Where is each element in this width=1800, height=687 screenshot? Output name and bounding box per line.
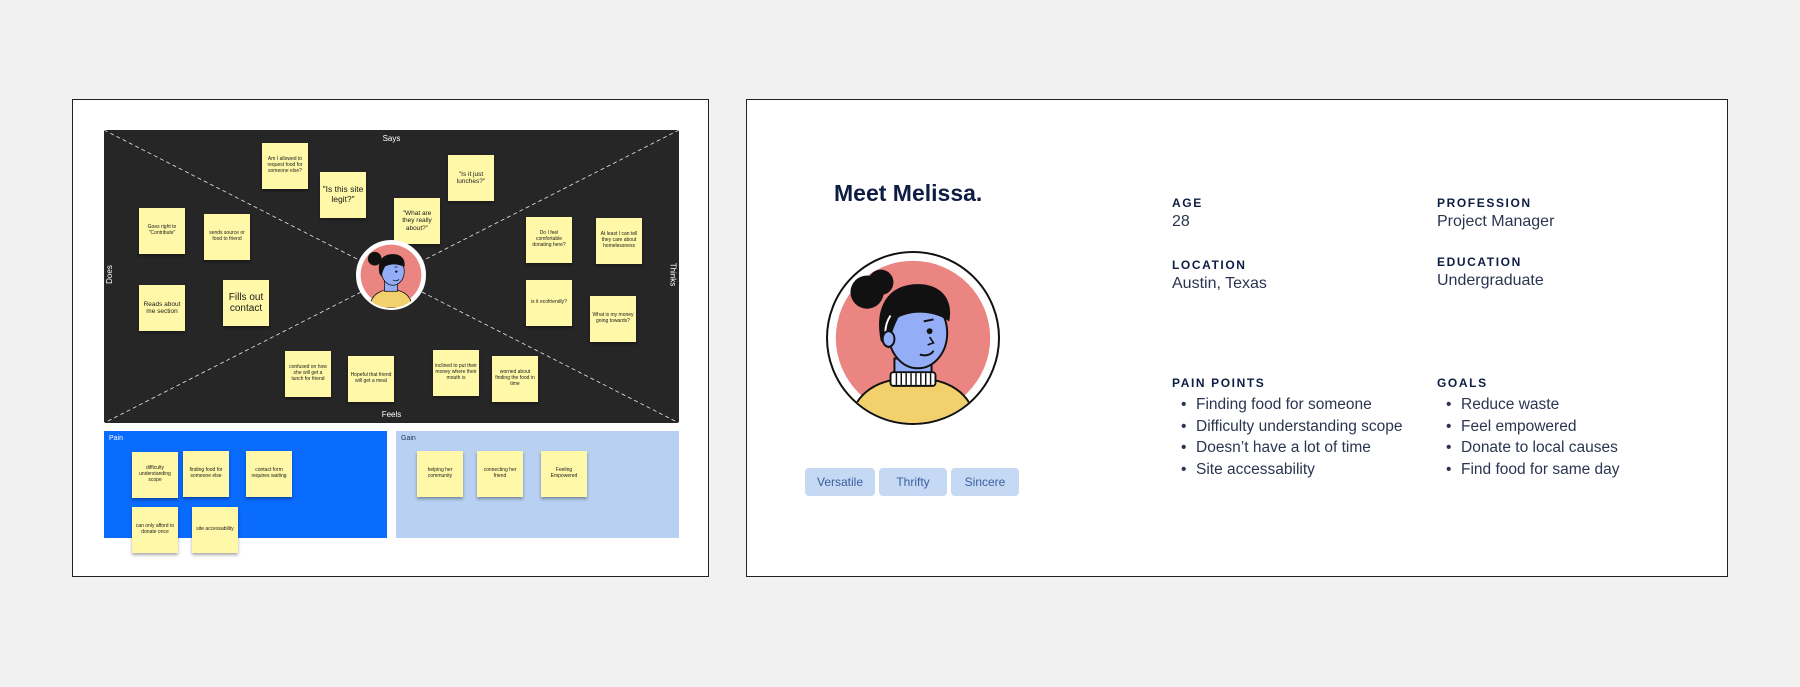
- sticky-note[interactable]: difficulty understanding scope: [132, 452, 178, 498]
- persona-frame[interactable]: Meet Melissa. Versatile Thrifty Sincere …: [746, 99, 1728, 577]
- education-value: Undergraduate: [1437, 272, 1544, 289]
- sticky-note[interactable]: Reads about me section: [139, 285, 185, 331]
- sticky-note[interactable]: "What are they really about?": [394, 198, 440, 244]
- empathy-map: Says Feels Does Thinks Am I allowed to r…: [104, 130, 679, 423]
- empathy-map-frame[interactable]: Says Feels Does Thinks Am I allowed to r…: [72, 99, 709, 577]
- age-value: 28: [1172, 213, 1190, 230]
- sticky-note[interactable]: inclined to put their money where their …: [433, 350, 479, 396]
- list-item: Difficulty understanding scope: [1181, 416, 1402, 438]
- goals-section: GOALS Reduce waste Feel empowered Donate…: [1437, 376, 1620, 480]
- quadrant-feels-label: Feels: [381, 410, 402, 419]
- goals-list: Reduce waste Feel empowered Donate to lo…: [1437, 394, 1620, 481]
- woman-avatar-icon: [826, 251, 1000, 425]
- location-value: Austin, Texas: [1172, 275, 1267, 292]
- pain-panel-label: Pain: [109, 435, 124, 442]
- pain-points-section: PAIN POINTS Finding food for someone Dif…: [1172, 376, 1403, 480]
- list-item: Feel empowered: [1446, 416, 1620, 438]
- location-label: LOCATION: [1172, 258, 1247, 272]
- list-item: Find food for same day: [1446, 459, 1619, 481]
- sticky-note[interactable]: helping her community: [417, 451, 463, 497]
- tag-sincere[interactable]: Sincere: [951, 468, 1019, 496]
- sticky-note[interactable]: At least I can tell they care about home…: [596, 218, 642, 264]
- sticky-note[interactable]: Do I feel comfortable donating here?: [526, 217, 572, 263]
- list-item: Finding food for someone: [1181, 394, 1403, 416]
- pain-panel: Pain difficulty understanding scope find…: [104, 431, 387, 553]
- location-field: LOCATION Austin, Texas: [1172, 258, 1267, 293]
- sticky-note[interactable]: sends source or food to friend: [204, 214, 250, 260]
- sticky-note[interactable]: Am I allowed to request food for someone…: [262, 143, 308, 189]
- profession-value: Project Manager: [1437, 213, 1555, 230]
- gain-panel-label: Gain: [401, 435, 416, 442]
- sticky-note[interactable]: site accessability: [192, 507, 238, 553]
- sticky-note[interactable]: is it ecofriendly?: [526, 280, 572, 326]
- sticky-note[interactable]: worried about finding the food in time: [492, 356, 538, 402]
- pain-points-list: Finding food for someone Difficulty unde…: [1172, 394, 1403, 481]
- sticky-note[interactable]: "Is it just lunches?": [448, 155, 494, 201]
- age-field: AGE 28: [1172, 196, 1203, 231]
- sticky-note[interactable]: can only afford to donate once: [132, 507, 178, 553]
- persona-title: Meet Melissa.: [834, 180, 983, 206]
- sticky-note[interactable]: finding food for someone else: [183, 451, 229, 497]
- sticky-note[interactable]: contact form requires waiting: [246, 451, 292, 497]
- sticky-note[interactable]: "Is this site legit?": [320, 172, 366, 218]
- list-item: Donate to local causes: [1446, 437, 1620, 459]
- persona-tags: Versatile Thrifty Sincere: [805, 468, 1019, 496]
- pain-points-label: PAIN POINTS: [1172, 376, 1266, 390]
- profession-label: PROFESSION: [1437, 196, 1532, 210]
- education-field: EDUCATION Undergraduate: [1437, 255, 1544, 290]
- list-item: Doesn’t have a lot of time: [1181, 437, 1403, 459]
- goals-label: GOALS: [1437, 376, 1488, 390]
- sticky-note[interactable]: confused on how she will get a lunch for…: [285, 351, 331, 397]
- gain-panel: Gain helping her community connecting he…: [396, 431, 679, 538]
- sticky-note[interactable]: Feeling Empowered: [541, 451, 587, 497]
- quadrant-says-label: Says: [382, 134, 401, 143]
- education-label: EDUCATION: [1437, 255, 1522, 269]
- sticky-note[interactable]: What is my money going towards?: [590, 296, 636, 342]
- profession-field: PROFESSION Project Manager: [1437, 196, 1554, 231]
- sticky-note[interactable]: Fills out contact: [223, 280, 269, 326]
- list-item: Site accessability: [1181, 459, 1403, 481]
- sticky-note[interactable]: Goes right to "Contribute": [139, 208, 185, 254]
- age-label: AGE: [1172, 196, 1203, 210]
- woman-avatar-icon: [356, 240, 426, 310]
- quadrant-thinks-label: Thinks: [668, 262, 678, 287]
- tag-thrifty[interactable]: Thrifty: [879, 468, 947, 496]
- tag-versatile[interactable]: Versatile: [805, 468, 875, 496]
- sticky-note[interactable]: Hopeful that friend will get a meal: [348, 356, 394, 402]
- quadrant-does-label: Does: [104, 265, 114, 284]
- list-item: Reduce waste: [1446, 394, 1620, 416]
- sticky-note[interactable]: connecting her friend: [477, 451, 523, 497]
